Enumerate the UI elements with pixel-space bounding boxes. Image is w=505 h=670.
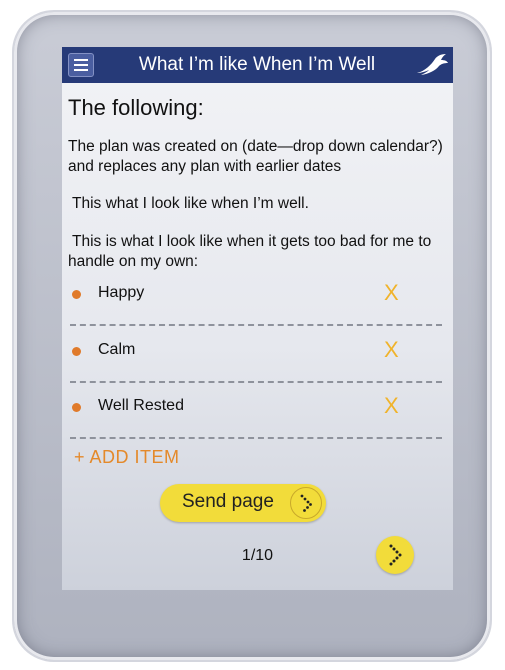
send-page-button[interactable]: Send page — [160, 484, 326, 522]
divider — [70, 324, 442, 326]
remove-item-button[interactable]: X — [384, 393, 399, 419]
item-label: Happy — [98, 284, 145, 301]
well-description: This what I look like when I’m well. — [72, 195, 309, 212]
bullet-icon — [72, 347, 81, 356]
title-bar: What I’m like When I’m Well — [62, 47, 453, 83]
bullet-icon — [72, 403, 81, 412]
section-heading: The following: — [68, 95, 204, 120]
plan-date-text: The plan was created on (date—drop down … — [68, 138, 443, 175]
list-item: Calm X — [62, 334, 453, 374]
next-page-button[interactable] — [376, 536, 414, 574]
list-item: Well Rested X — [62, 390, 453, 430]
page-title: What I’m like When I’m Well — [138, 54, 376, 75]
remove-item-button[interactable]: X — [384, 337, 399, 363]
bullet-icon — [72, 290, 81, 299]
send-page-label: Send page — [182, 491, 274, 512]
app-screen: What I’m like When I’m Well The followin… — [62, 47, 453, 590]
add-item-button[interactable]: + ADD ITEM — [74, 447, 180, 468]
chevron-right-icon — [290, 487, 322, 519]
list-item: Happy X — [62, 277, 453, 317]
divider — [70, 437, 442, 439]
remove-item-button[interactable]: X — [384, 280, 399, 306]
swallow-bird-icon — [417, 54, 448, 75]
item-label: Calm — [98, 341, 136, 358]
divider — [70, 381, 442, 383]
hamburger-icon[interactable] — [68, 53, 94, 77]
item-label: Well Rested — [98, 397, 184, 414]
chevron-right-icon — [389, 544, 402, 566]
bad-description: This is what I look like when it gets to… — [68, 233, 432, 270]
